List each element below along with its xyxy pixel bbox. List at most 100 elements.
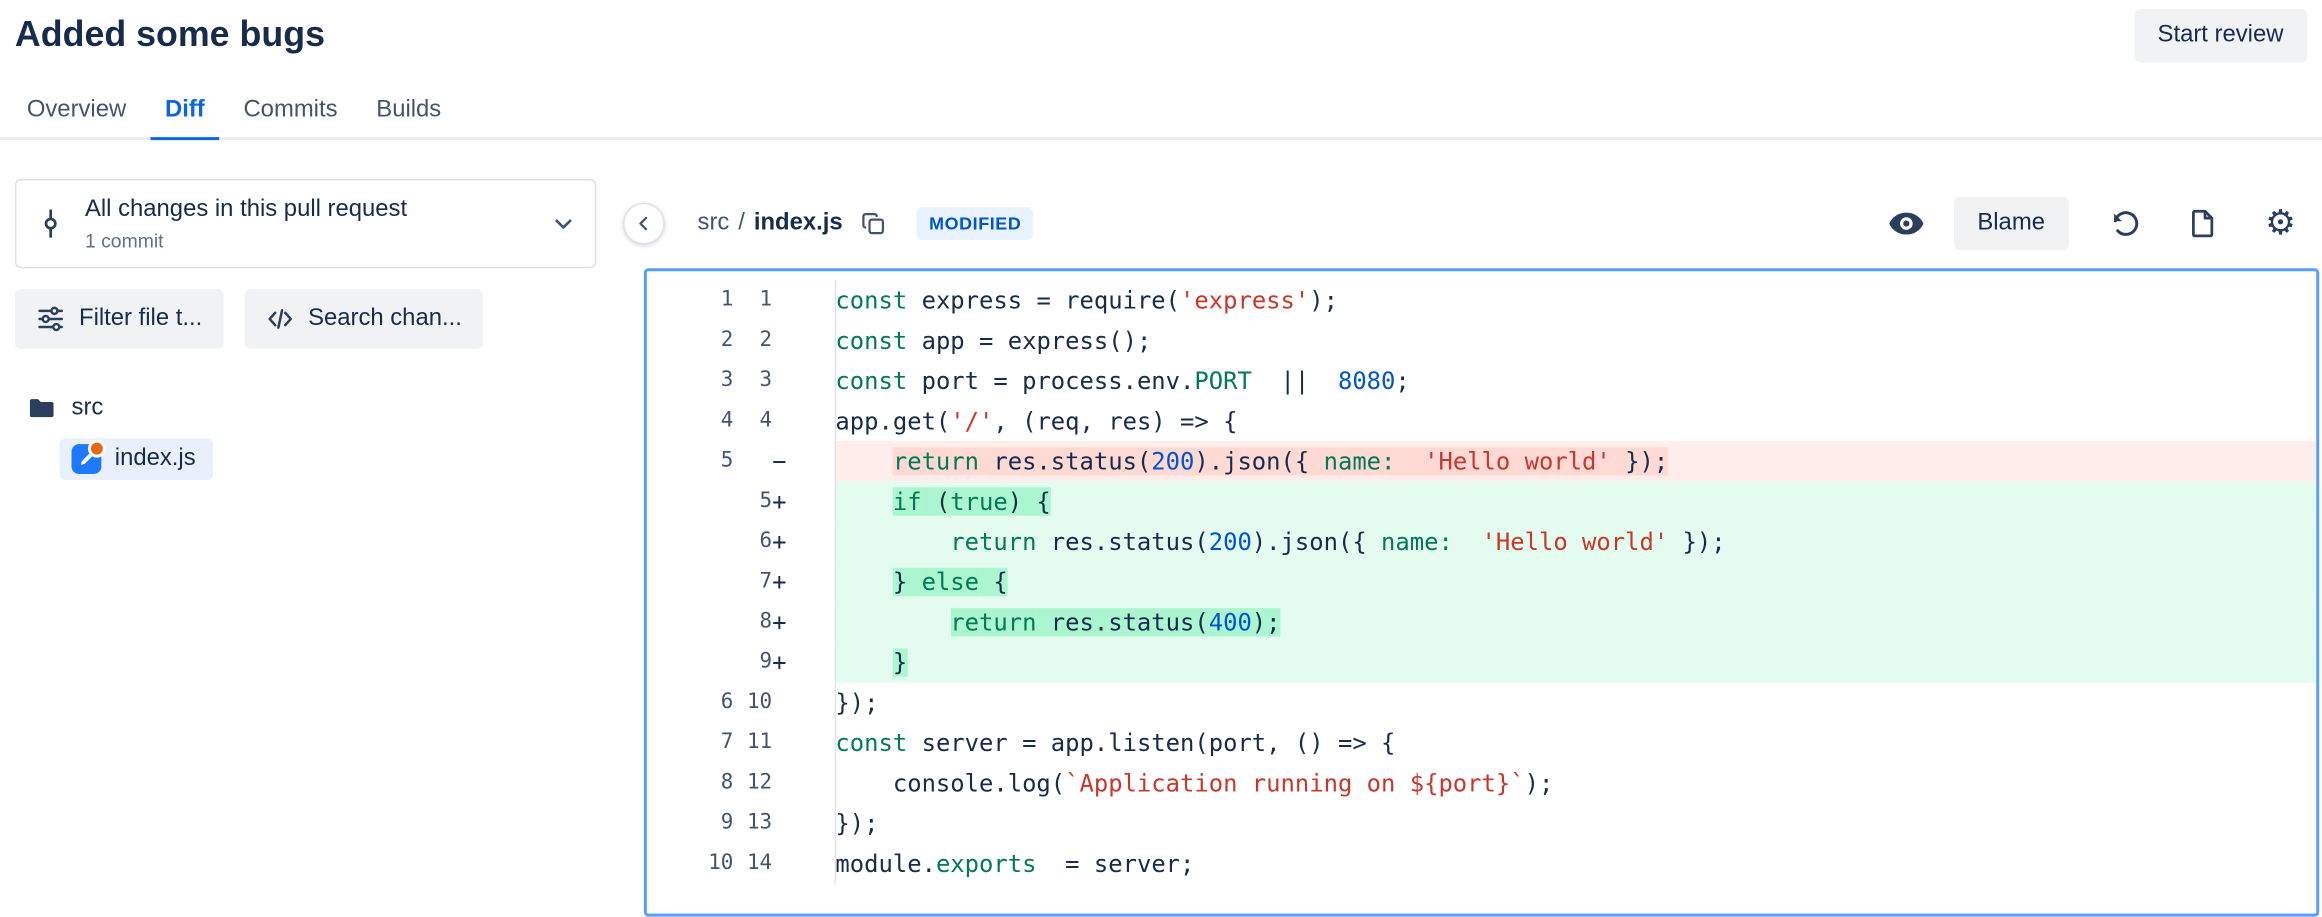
page-title: Added some bugs — [15, 12, 325, 60]
open-file-button[interactable] — [2173, 194, 2233, 254]
tab-overview[interactable]: Overview — [12, 86, 141, 137]
change-sign — [772, 401, 835, 441]
search-button-label: Search chan... — [308, 306, 462, 333]
old-line-number[interactable]: 1 — [647, 280, 733, 320]
copy-icon — [861, 210, 888, 237]
code-line: const server = app.listen(port, () => { — [835, 723, 2317, 763]
tree-file-indexjs[interactable]: index.js — [60, 438, 214, 480]
code-icon — [265, 304, 295, 334]
old-line-number[interactable]: 8 — [647, 763, 733, 803]
search-changed-files-button[interactable]: Search chan... — [244, 289, 483, 349]
old-line-number[interactable]: 9 — [647, 803, 733, 843]
file-header: src / index.js MODIFIED — [644, 179, 2319, 268]
old-line-number[interactable] — [647, 522, 733, 562]
scope-text: All changes in this pull request 1 commi… — [85, 194, 532, 254]
new-line-number[interactable]: 12 — [733, 763, 772, 803]
old-line-number[interactable]: 4 — [647, 401, 733, 441]
old-line-number[interactable] — [647, 562, 733, 602]
tree-folder-src[interactable]: src — [15, 391, 596, 427]
diff-row: 5− return res.status(200).json({ name: '… — [647, 441, 2316, 481]
old-line-number[interactable]: 5 — [647, 441, 733, 481]
code-line: } — [835, 642, 2317, 682]
old-line-number[interactable]: 7 — [647, 723, 733, 763]
change-sign — [772, 320, 835, 360]
filter-icon — [36, 304, 66, 334]
new-line-number[interactable]: 4 — [733, 401, 772, 441]
change-sign — [772, 723, 835, 763]
gear-icon: ⚙ — [2265, 206, 2296, 240]
file-tree-sidebar: All changes in this pull request 1 commi… — [15, 179, 596, 480]
new-line-number[interactable]: 9 — [733, 642, 772, 682]
copy-path-button[interactable] — [858, 207, 891, 240]
new-line-number[interactable]: 3 — [733, 361, 772, 401]
refresh-diff-button[interactable] — [2096, 194, 2156, 254]
chevron-left-icon — [633, 213, 654, 234]
change-sign — [772, 361, 835, 401]
code-line: const port = process.env.PORT || 8080; — [835, 361, 2317, 401]
tree-file-label: index.js — [115, 446, 196, 473]
diff-settings-button[interactable]: ⚙ — [2251, 194, 2311, 254]
old-line-number[interactable] — [647, 602, 733, 642]
new-line-number[interactable]: 1 — [733, 280, 772, 320]
document-icon — [2187, 207, 2220, 240]
diff-content: All changes in this pull request 1 commi… — [0, 140, 2322, 917]
file-path-name: index.js — [754, 210, 843, 237]
chevron-down-icon — [550, 210, 577, 237]
folder-icon — [27, 393, 57, 423]
diff-row: 8+ return res.status(400); — [647, 602, 2316, 642]
blame-button[interactable]: Blame — [1954, 197, 2069, 251]
new-line-number[interactable]: 6 — [733, 522, 772, 562]
new-line-number[interactable]: 2 — [733, 320, 772, 360]
diff-row: 11const express = require('express'); — [647, 280, 2316, 320]
collapse-sidebar-button[interactable] — [623, 203, 665, 245]
filter-file-tree-button[interactable]: Filter file t... — [15, 289, 223, 349]
code-line: if (true) { — [835, 481, 2317, 521]
code-line: const app = express(); — [835, 320, 2317, 360]
change-sign: − — [772, 441, 835, 481]
diff-row: 7+ } else { — [647, 562, 2316, 602]
diff-row: 6+ return res.status(200).json({ name: '… — [647, 522, 2316, 562]
change-sign: + — [772, 642, 835, 682]
code-line: }); — [835, 803, 2317, 843]
tab-commits[interactable]: Commits — [229, 86, 353, 137]
new-line-number[interactable]: 14 — [733, 844, 772, 884]
diff-row: 33 const port = process.env.PORT || 8080; — [647, 361, 2316, 401]
new-line-number[interactable]: 13 — [733, 803, 772, 843]
new-line-number[interactable]: 7 — [733, 562, 772, 602]
tab-diff[interactable]: Diff — [150, 86, 220, 140]
modified-file-icon — [72, 444, 102, 474]
old-line-number[interactable] — [647, 481, 733, 521]
old-line-number[interactable]: 10 — [647, 844, 733, 884]
diff-row: 5+ if (true) { — [647, 481, 2316, 521]
diff-row: 1014 module.exports = server; — [647, 844, 2316, 884]
change-sign: + — [772, 562, 835, 602]
change-sign: + — [772, 602, 835, 642]
file-path-breadcrumb: src / index.js — [698, 210, 843, 237]
modified-dot — [88, 440, 106, 458]
new-line-number[interactable]: 10 — [733, 683, 772, 723]
old-line-number[interactable]: 2 — [647, 320, 733, 360]
new-line-number[interactable]: 5 — [733, 481, 772, 521]
mark-viewed-button[interactable] — [1876, 194, 1936, 254]
code-line: module.exports = server; — [835, 844, 2317, 884]
tab-builds[interactable]: Builds — [361, 86, 456, 137]
code-line: console.log(`Application running on ${po… — [835, 763, 2317, 803]
start-review-button[interactable]: Start review — [2134, 9, 2308, 63]
page-header: Added some bugs Start review — [0, 0, 2322, 63]
change-sign — [772, 683, 835, 723]
diff-panel: src / index.js MODIFIED — [644, 179, 2319, 917]
diff-row: 711 const server = app.listen(port, () =>… — [647, 723, 2316, 763]
new-line-number[interactable]: 11 — [733, 723, 772, 763]
code-line: return res.status(400); — [835, 602, 2317, 642]
old-line-number[interactable] — [647, 642, 733, 682]
change-sign — [772, 803, 835, 843]
change-scope-selector[interactable]: All changes in this pull request 1 commi… — [15, 179, 596, 268]
diff-rows: 11const express = require('express');22 c… — [647, 280, 2316, 884]
code-line: return res.status(200).json({ name: 'Hel… — [835, 522, 2317, 562]
old-line-number[interactable]: 3 — [647, 361, 733, 401]
new-line-number[interactable] — [733, 441, 772, 481]
code-line: return res.status(200).json({ name: 'Hel… — [835, 441, 2317, 481]
old-line-number[interactable]: 6 — [647, 683, 733, 723]
file-path-dir: src — [698, 210, 730, 237]
new-line-number[interactable]: 8 — [733, 602, 772, 642]
